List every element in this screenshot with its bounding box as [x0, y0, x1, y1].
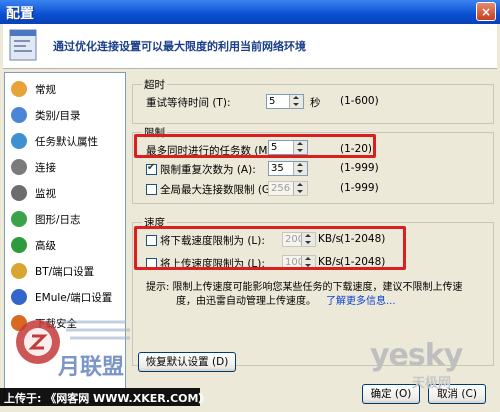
- retry-count-checkbox[interactable]: [146, 162, 157, 175]
- retry-count-range: (1-999): [340, 162, 379, 174]
- retry-count-stepper[interactable]: 35: [268, 161, 308, 176]
- close-button[interactable]: ×: [476, 2, 496, 21]
- sidebar-item-label: 高级: [35, 240, 56, 252]
- sidebar-item-label: 连接: [35, 162, 56, 174]
- advanced-icon: [11, 237, 27, 253]
- spin-arrows-icon[interactable]: [293, 162, 307, 175]
- header-banner: 通过优化连接设置可以最大限度的利用当前网络环境: [3, 24, 497, 69]
- hint-text-line1: 提示: 限制上传速度可能影响您某些任务的下载速度，建议不限制上传速: [146, 282, 463, 293]
- sidebar-item-label: 常规: [35, 84, 56, 96]
- sidebar-item-label: 图形/日志: [35, 214, 81, 226]
- connection-settings-panel: 超时 重试等待时间 (T): 5 秒 (1-600) 限制 最多同时进行的任务数…: [132, 72, 494, 380]
- graph-icon: [11, 211, 27, 227]
- learn-more-link[interactable]: 了解更多信息...: [326, 292, 396, 307]
- yesky-cn-watermark: 天极网: [412, 376, 452, 391]
- sidebar-item-monitor[interactable]: 监视: [9, 183, 123, 203]
- retry-count-value: 35: [271, 163, 284, 174]
- retry-wait-unit: 秒: [310, 97, 321, 109]
- restore-defaults-button[interactable]: 恢复默认设置 (D): [138, 352, 236, 372]
- spin-arrows-icon[interactable]: [289, 95, 303, 108]
- retry-wait-value: 5: [269, 96, 276, 107]
- yesky-watermark: yesky: [370, 338, 463, 373]
- close-icon: ×: [480, 5, 492, 19]
- watermark-logo-text: 月联盟: [57, 355, 124, 380]
- window-title: 配置: [6, 6, 34, 22]
- connection-icon: [11, 159, 27, 175]
- hint-text-line2: 度，由迅雷自动管理上传速度。: [176, 296, 316, 307]
- sidebar-item-graph-log[interactable]: 图形/日志: [9, 209, 123, 229]
- sidebar-item-category[interactable]: 类别/目录: [9, 105, 123, 125]
- watermark-bar: 上传于: 《网客网 WWW.XKER.COM》: [0, 388, 209, 406]
- max-connections-label: 全局最大连接数限制 (G): [160, 184, 275, 196]
- watermark-logo: 月联盟: [16, 320, 130, 380]
- retry-wait-range: (1-600): [340, 95, 379, 107]
- spin-arrows-icon[interactable]: [293, 182, 307, 195]
- max-connections-stepper[interactable]: 256: [268, 181, 308, 196]
- retry-wait-label: 重试等待时间 (T):: [146, 97, 231, 109]
- retry-wait-stepper[interactable]: 5: [266, 94, 304, 109]
- sidebar-item-advanced[interactable]: 高级: [9, 235, 123, 255]
- banner-text: 通过优化连接设置可以最大限度的利用当前网络环境: [53, 40, 306, 53]
- bt-icon: [11, 263, 27, 279]
- highlight-max-tasks: [134, 134, 376, 158]
- sidebar-item-bt-port[interactable]: BT/端口设置: [9, 261, 123, 281]
- highlight-speed-limits: [134, 226, 406, 270]
- max-connections-range: (1-999): [340, 182, 379, 194]
- monitor-icon: [11, 185, 27, 201]
- sidebar-item-label: 类别/目录: [35, 110, 81, 122]
- sidebar-item-label: 监视: [35, 188, 56, 200]
- sidebar-item-connection[interactable]: 连接: [9, 157, 123, 177]
- general-icon: [11, 81, 27, 97]
- sidebar-item-general[interactable]: 常规: [9, 79, 123, 99]
- folder-icon: [11, 107, 27, 123]
- retry-count-label: 限制重复次数为 (A):: [160, 164, 256, 176]
- max-connections-checkbox[interactable]: [146, 184, 157, 195]
- sidebar-item-label: BT/端口设置: [35, 266, 95, 278]
- watermark-text: 上传于: 《网客网 WWW.XKER.COM》: [4, 392, 210, 405]
- sidebar-item-label: 任务默认属性: [35, 136, 98, 148]
- task-icon: [11, 133, 27, 149]
- settings-window-icon: [9, 29, 37, 61]
- max-connections-value: 256: [271, 183, 291, 194]
- title-bar: 配置 ×: [0, 0, 500, 24]
- timeout-group-title: 超时: [142, 77, 167, 92]
- sidebar-item-task-defaults[interactable]: 任务默认属性: [9, 131, 123, 151]
